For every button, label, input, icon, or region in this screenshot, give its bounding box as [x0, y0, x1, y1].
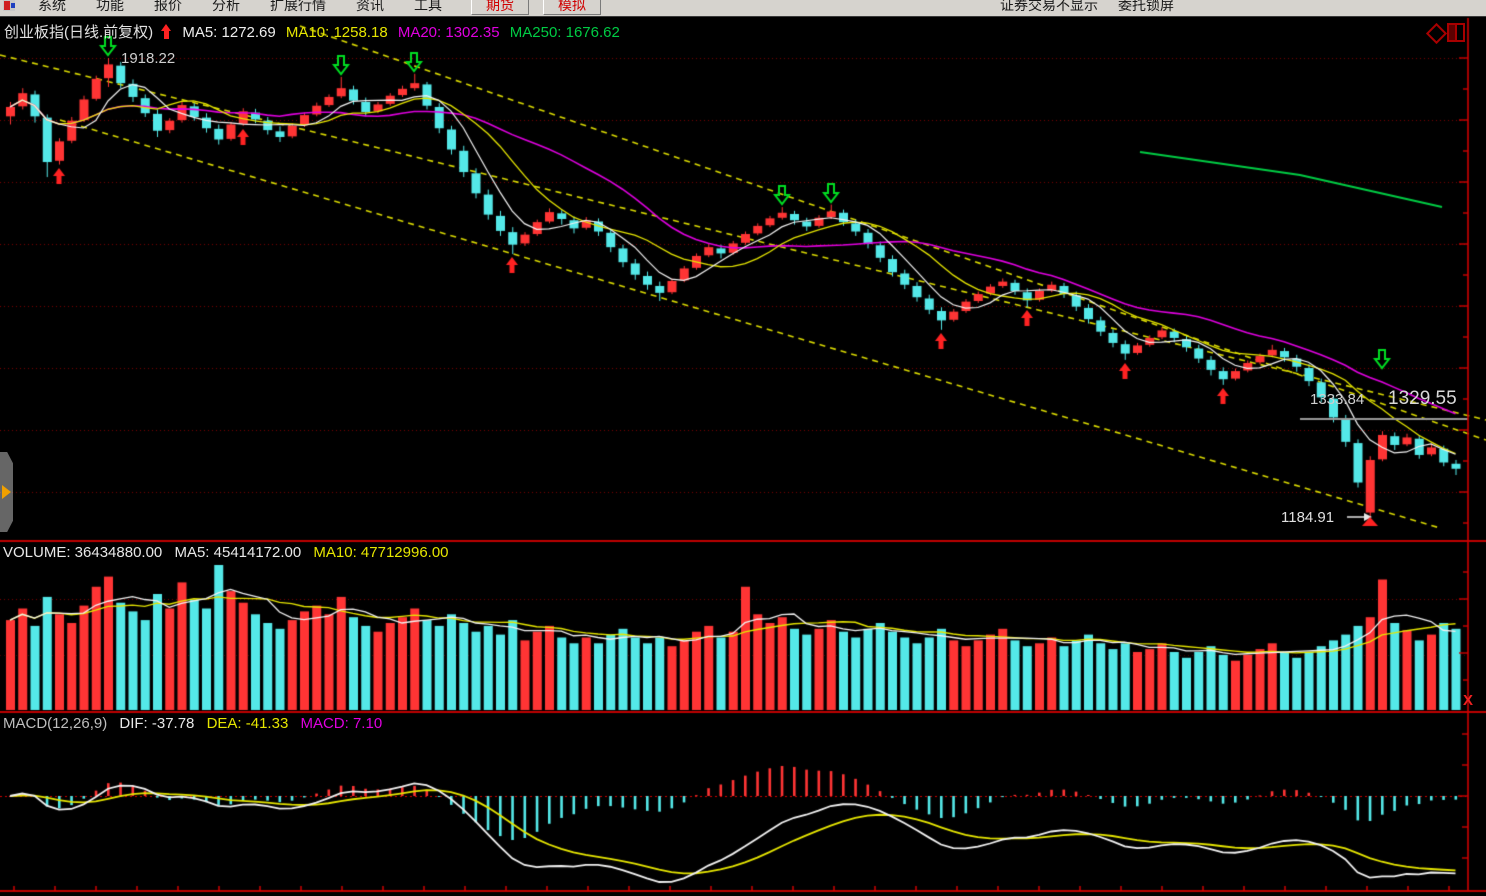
macd-dif-value: DIF: -37.78 [119, 715, 194, 732]
chart-area[interactable] [0, 0, 1486, 896]
instrument-title[interactable]: 创业板指(日线.前复权) [4, 24, 153, 41]
volume-header: VOLUME: 36434880.00 MA5: 45414172.00 MA1… [3, 544, 457, 561]
menu-item-system[interactable]: 系统 [23, 0, 81, 15]
chart-header: 创业板指(日线.前复权) MA5: 1272.69 MA10: 1258.18 … [4, 21, 626, 42]
menu-note-order-lock: 委托锁屏 [1118, 0, 1174, 16]
level-price-label-b: 1329.55 [1388, 388, 1457, 410]
split-window-icon[interactable] [1447, 23, 1465, 42]
menu-item-function[interactable]: 功能 [81, 0, 139, 15]
menu-item-analysis[interactable]: 分析 [197, 0, 255, 15]
ma10-value: MA10: 1258.18 [286, 24, 388, 41]
ma5-value: MA5: 1272.69 [182, 24, 275, 41]
menu-item-tools[interactable]: 工具 [399, 0, 457, 15]
macd-header: MACD(12,26,9) DIF: -37.78 DEA: -41.33 MA… [3, 715, 390, 732]
app-icon[interactable] [3, 0, 15, 11]
level-price-label-a: 1333.84 [1310, 391, 1364, 408]
menu-item-quotes[interactable]: 报价 [139, 0, 197, 15]
menu-bar: 系统 功能 报价 分析 扩展行情 资讯 工具 期货 模拟 证券交易不显示 委托锁… [0, 0, 1486, 17]
menu-note-trade-display: 证券交易不显示 [1000, 0, 1098, 16]
volume-ma10-value: MA10: 47712996.00 [313, 544, 448, 561]
macd-macd-value: MACD: 7.10 [300, 715, 382, 732]
panel-expand-handle[interactable] [0, 452, 13, 532]
macd-dea-value: DEA: -41.33 [207, 715, 289, 732]
trading-terminal-window: 系统 功能 报价 分析 扩展行情 资讯 工具 期货 模拟 证券交易不显示 委托锁… [0, 0, 1486, 896]
volume-value: VOLUME: 36434880.00 [3, 544, 162, 561]
macd-name[interactable]: MACD(12,26,9) [3, 715, 107, 732]
high-price-label: 1918.22 [121, 50, 175, 67]
up-arrow-icon [161, 24, 172, 39]
menu-item-news[interactable]: 资讯 [341, 0, 399, 15]
menu-button-simulate[interactable]: 模拟 [543, 0, 601, 15]
menu-item-extended-market[interactable]: 扩展行情 [255, 0, 341, 15]
expand-arrow-icon [2, 485, 11, 499]
menu-button-futures[interactable]: 期货 [471, 0, 529, 15]
ma20-value: MA20: 1302.35 [398, 24, 500, 41]
low-price-label: 1184.91 [1281, 509, 1334, 526]
ma250-value: MA250: 1676.62 [510, 24, 620, 41]
volume-ma5-value: MA5: 45414172.00 [174, 544, 301, 561]
panel-close-button[interactable]: X [1463, 692, 1473, 709]
